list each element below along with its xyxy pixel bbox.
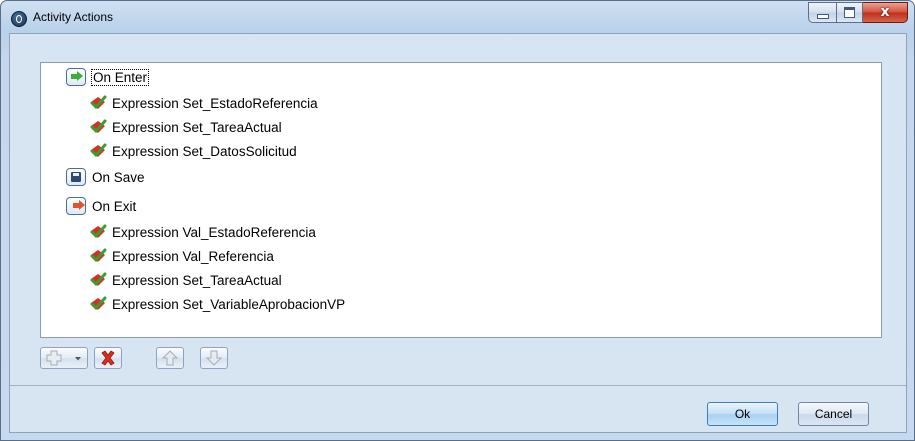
save-icon [66, 168, 86, 186]
delete-icon [101, 350, 115, 366]
move-up-button[interactable] [156, 347, 184, 369]
tree-item-expression[interactable]: Expression Val_Referencia [89, 245, 274, 267]
ok-button[interactable]: Ok [707, 402, 778, 426]
tree-item-label: Expression Val_Referencia [112, 248, 274, 264]
move-down-icon [205, 350, 223, 366]
add-icon [46, 350, 62, 366]
tree-item-expression[interactable]: Expression Set_DatosSolicitud [89, 140, 297, 162]
tree-item-label: Expression Set_DatosSolicitud [112, 143, 297, 159]
move-down-button[interactable] [200, 347, 228, 369]
tree-item-expression[interactable]: Expression Set_TareaActual [89, 269, 282, 291]
exit-arrow-icon [66, 197, 86, 215]
app-icon [11, 11, 27, 27]
title-bar[interactable]: Activity Actions x [1, 1, 914, 33]
expression-check-icon [90, 224, 107, 239]
add-dropdown-button[interactable] [40, 347, 88, 369]
expression-check-icon [90, 143, 107, 158]
close-button[interactable]: x [863, 2, 908, 23]
tree-item-expression[interactable]: Expression Set_VariableAprobacionVP [89, 293, 345, 315]
expression-check-icon [90, 296, 107, 311]
expression-check-icon [90, 272, 107, 287]
move-up-icon [161, 350, 179, 366]
caption-buttons: x [808, 2, 908, 24]
tree-node-on-save[interactable]: On Save [66, 166, 145, 188]
tree-node-label: On Save [92, 169, 145, 185]
expression-check-icon [90, 119, 107, 134]
tree-item-label: Expression Set_EstadoReferencia [112, 95, 318, 111]
cancel-button[interactable]: Cancel [798, 402, 869, 426]
dialog-window: Activity Actions x On Enter Expression S… [0, 0, 915, 441]
window-title: Activity Actions [33, 10, 114, 24]
tree-node-label: On Enter [90, 68, 150, 86]
dialog-client-area: On Enter Expression Set_EstadoReferencia… [9, 33, 907, 433]
actions-tree[interactable]: On Enter Expression Set_EstadoReferencia… [40, 62, 882, 338]
maximize-button[interactable] [837, 2, 863, 23]
delete-button[interactable] [94, 347, 122, 369]
tree-item-expression[interactable]: Expression Val_EstadoReferencia [89, 221, 316, 243]
tree-node-label: On Exit [92, 198, 137, 214]
tree-item-expression[interactable]: Expression Set_EstadoReferencia [89, 92, 318, 114]
tree-node-on-enter[interactable]: On Enter [66, 66, 150, 88]
footer-divider [10, 385, 906, 386]
expression-check-icon [90, 248, 107, 263]
tree-item-label: Expression Set_VariableAprobacionVP [112, 296, 346, 312]
tree-item-label: Expression Set_TareaActual [112, 119, 282, 135]
minimize-button[interactable] [808, 2, 837, 23]
chevron-down-icon [75, 357, 81, 361]
close-icon: x [880, 4, 890, 20]
tree-item-label: Expression Set_TareaActual [112, 272, 282, 288]
enter-arrow-icon [66, 68, 86, 86]
tree-item-expression[interactable]: Expression Set_TareaActual [89, 116, 282, 138]
tree-item-label: Expression Val_EstadoReferencia [112, 224, 316, 240]
tree-node-on-exit[interactable]: On Exit [66, 195, 136, 217]
expression-check-icon [90, 95, 107, 110]
